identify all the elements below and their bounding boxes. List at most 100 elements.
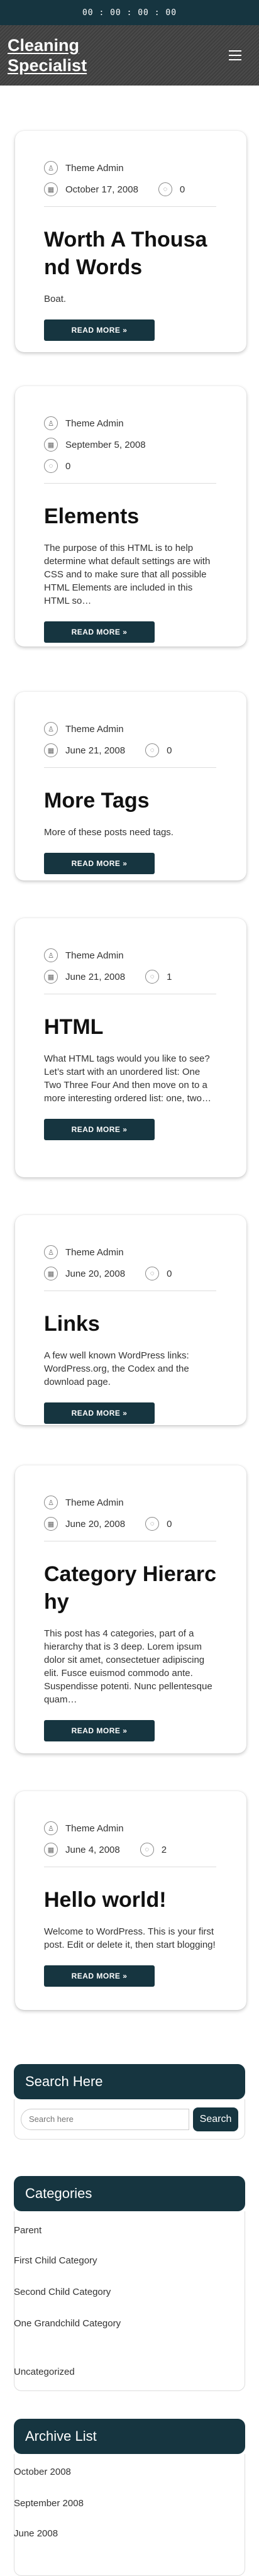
divider [44,206,216,207]
post-excerpt: Boat. [44,294,67,304]
post-meta-date: ▦ October 17, 2008 ◌ 0 [44,179,216,200]
calendar-icon: ▦ [44,1267,58,1280]
user-icon: ♙ [44,161,58,175]
categories-widget-title: Categories [14,2176,245,2211]
divider [44,483,216,484]
comment-icon: ◌ [44,459,58,473]
post-meta-author: ♙ Theme Admin [44,1818,216,1839]
comment-icon: ◌ [145,743,160,757]
post-date[interactable]: June 20, 2008 [65,1269,125,1279]
search-button[interactable]: Search [193,2107,238,2131]
menu-icon[interactable] [229,50,241,60]
post-author[interactable]: Theme Admin [65,724,124,735]
read-more-button[interactable]: READ MORE » [44,621,155,643]
post-date[interactable]: September 5, 2008 [65,440,146,450]
post-author[interactable]: Theme Admin [65,1247,124,1258]
post-date[interactable]: June 20, 2008 [65,1519,125,1530]
categories-widget-body [14,2211,245,2391]
read-more-button[interactable]: READ MORE » [44,319,155,341]
post-author[interactable]: Theme Admin [65,1497,124,1508]
comment-icon: ◌ [145,1267,160,1280]
post-comments[interactable]: 0 [167,745,172,756]
divider [44,767,216,768]
post-meta-date: ▦ June 21, 2008 ◌ 0 [44,740,216,761]
calendar-icon: ▦ [44,438,58,452]
post-excerpt: More of these posts need tags. [44,827,174,838]
post-card: ♙ Theme Admin ▦ June 21, 2008 ◌ 1 HTML What HTM… [15,918,246,1177]
post-date[interactable]: October 17, 2008 [65,184,138,195]
post-author[interactable]: Theme Admin [65,1823,124,1834]
post-card: ♙ Theme Admin ▦ September 5, 2008 ◌ 0 Element… [15,386,246,647]
post-card: ♙ Theme Admin ▦ June 20, 2008 ◌ 0 Links A few w… [15,1215,246,1425]
category-link[interactable]: One Grandchild Category [14,2318,121,2329]
read-more-button[interactable]: READ MORE » [44,853,155,874]
post-title[interactable]: Links [44,1310,216,1338]
user-icon: ♙ [44,1245,58,1259]
post-author[interactable]: Theme Admin [65,418,124,429]
post-meta-comments: ◌ 0 [44,455,216,477]
post-card: ♙ Theme Admin ▦ June 20, 2008 ◌ 0 Category Hie… [15,1465,246,1753]
post-excerpt: Welcome to WordPress. This is your first… [44,1926,216,1950]
post-card: ♙ Theme Admin ▦ June 4, 2008 ◌ 2 Hello world! W… [15,1791,246,2010]
read-more-button[interactable]: READ MORE » [44,1720,155,1741]
post-title[interactable]: HTML [44,1013,216,1041]
post-meta-author: ♙ Theme Admin [44,1492,216,1513]
comment-icon: ◌ [140,1843,154,1857]
post-date[interactable]: June 4, 2008 [65,1845,120,1855]
post-card: ♙ Theme Admin ▦ June 21, 2008 ◌ 0 More Tags Mor… [15,692,246,880]
calendar-icon: ▦ [44,970,58,984]
post-comments[interactable]: 0 [167,1519,172,1530]
archive-link[interactable]: June 2008 [14,2528,58,2539]
post-meta-author: ♙ Theme Admin [44,945,216,966]
post-meta-date: ▦ June 20, 2008 ◌ 0 [44,1263,216,1284]
post-comments[interactable]: 2 [162,1845,167,1855]
comment-icon: ◌ [145,970,160,984]
post-meta-date: ▦ June 4, 2008 ◌ 2 [44,1839,216,1860]
post-meta-author: ♙ Theme Admin [44,1241,216,1263]
read-more-button[interactable]: READ MORE » [44,1119,155,1140]
user-icon: ♙ [44,722,58,736]
calendar-icon: ▦ [44,182,58,196]
category-link[interactable]: Second Child Category [14,2287,111,2297]
post-meta-date: ▦ June 21, 2008 ◌ 1 [44,966,216,987]
calendar-icon: ▦ [44,743,58,757]
post-title[interactable]: More Tags [44,787,216,814]
archive-link[interactable]: September 2008 [14,2498,84,2509]
post-excerpt: What HTML tags would you like to see? Le… [44,1053,211,1104]
post-meta-author: ♙ Theme Admin [44,413,216,434]
calendar-icon: ▦ [44,1843,58,1857]
timer-text: 00 : 00 : 00 : 00 [82,8,177,18]
post-excerpt: A few well known WordPress links: WordPr… [44,1350,189,1387]
comment-icon: ◌ [145,1517,160,1531]
site-header: Cleaning Specialist [0,25,259,86]
post-title[interactable]: Elements [44,502,216,530]
post-comments[interactable]: 1 [167,972,172,982]
post-author[interactable]: Theme Admin [65,163,124,174]
post-title[interactable]: Worth A Thousand Words [44,226,216,281]
archive-link[interactable]: October 2008 [14,2467,71,2477]
search-widget-title: Search Here [14,2064,245,2099]
post-comments[interactable]: 0 [65,461,70,472]
post-title[interactable]: Hello world! [44,1886,216,1914]
read-more-button[interactable]: READ MORE » [44,1402,155,1424]
category-link[interactable]: Parent [14,2225,41,2236]
top-bar: 00 : 00 : 00 : 00 [0,0,259,25]
read-more-button[interactable]: READ MORE » [44,1965,155,1987]
post-meta-author: ♙ Theme Admin [44,157,216,179]
category-link[interactable]: First Child Category [14,2255,97,2266]
post-author[interactable]: Theme Admin [65,950,124,961]
search-input[interactable] [21,2108,189,2130]
calendar-icon: ▦ [44,1517,58,1531]
site-title[interactable]: Cleaning Specialist [8,35,102,75]
category-link[interactable]: Uncategorized [14,2367,75,2377]
comment-icon: ◌ [158,182,172,196]
post-comments[interactable]: 0 [167,1269,172,1279]
post-date[interactable]: June 21, 2008 [65,972,125,982]
post-meta-date: ▦ June 20, 2008 ◌ 0 [44,1513,216,1535]
post-card: ♙ Theme Admin ▦ October 17, 2008 ◌ 0 Worth A T… [15,131,246,352]
post-title[interactable]: Category Hierarchy [44,1560,216,1616]
post-comments[interactable]: 0 [180,184,185,195]
post-date[interactable]: June 21, 2008 [65,745,125,756]
post-meta-author: ♙ Theme Admin [44,718,216,740]
post-excerpt: This post has 4 categories, part of a hi… [44,1628,212,1705]
